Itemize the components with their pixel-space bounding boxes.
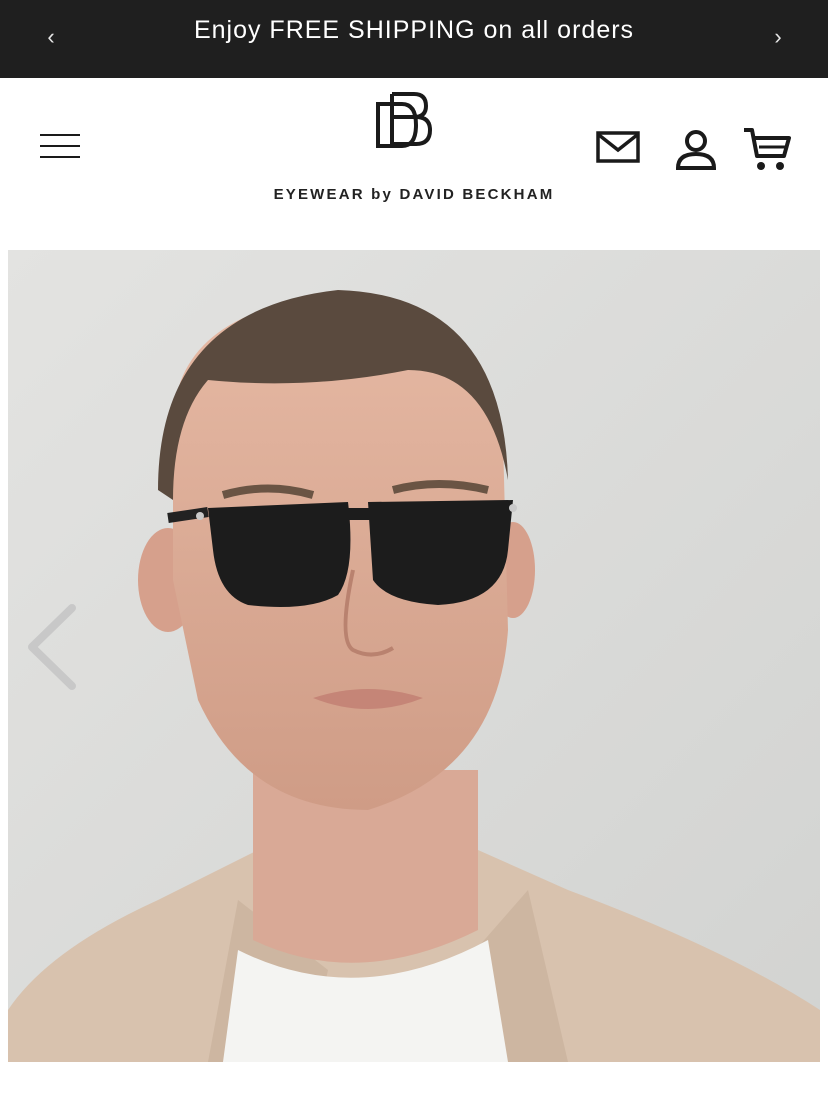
menu-button[interactable]: [40, 134, 82, 160]
brand-name: EYEWEAR by DAVID BECKHAM: [273, 186, 555, 203]
hamburger-icon: [40, 134, 80, 136]
site-header: EYEWEAR by DAVID BECKHAM: [0, 78, 828, 250]
db-logo[interactable]: [372, 90, 434, 160]
announcement-text: Enjoy FREE SHIPPING on all orders: [193, 16, 635, 44]
announcement-next-button[interactable]: ›: [763, 22, 793, 52]
cart-icon[interactable]: [742, 126, 792, 172]
account-icon[interactable]: [674, 128, 718, 172]
announcement-bar: ‹ Enjoy FREE SHIPPING on all orders ›: [0, 0, 828, 78]
slide-prev-icon[interactable]: [22, 602, 82, 692]
hero-image: [8, 250, 820, 1062]
mail-icon[interactable]: [596, 130, 640, 164]
model-photo: [8, 250, 820, 1062]
